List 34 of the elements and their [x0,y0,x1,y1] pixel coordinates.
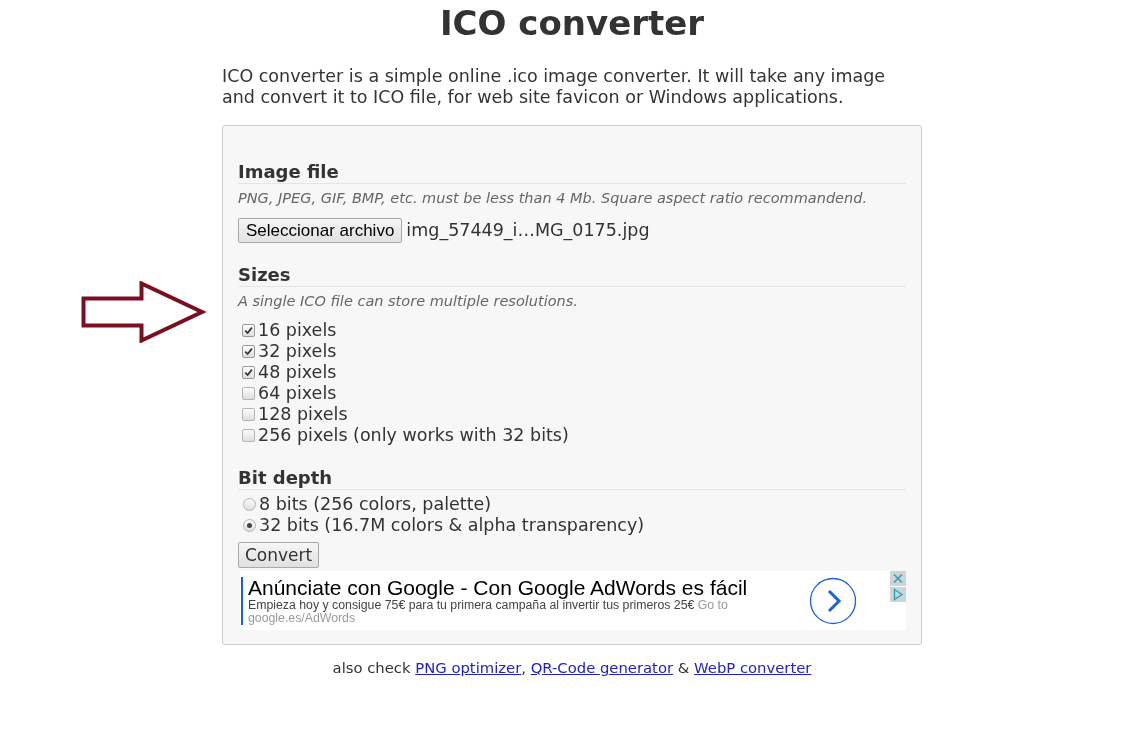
hint-text: PNG, JPEG, GIF, BMP, etc. must be less than 4 Mb. Square aspect ratio recommandend. [238,189,869,208]
footer-text: also check PNG optimizer, QR-Code generator & WebP converter [331,658,813,678]
checkbox-label: 64 pixels [258,383,337,404]
checkbox-label: 128 pixels [258,404,348,425]
convert-button[interactable]: Convert [238,542,320,568]
checkbox-label: 48 pixels [258,362,337,383]
section-heading: Bit depth [238,467,906,490]
radio-label: 8 bits (256 colors, palette) [259,494,492,515]
checkbox-label: 256 pixels (only works with 32 bits) [258,425,569,446]
choose-file-button[interactable]: Seleccionar archivo [238,218,403,243]
chevron-circle-icon[interactable] [809,576,857,625]
checkbox-label: 16 pixels [258,320,337,341]
footer-link[interactable]: WebP converter [694,659,812,676]
hint-text: A single ICO file can store multiple resolutions. [238,292,579,311]
footer-link[interactable]: PNG optimizer [415,659,522,676]
radio-button[interactable] [243,498,256,511]
section-heading: Sizes [238,264,906,287]
checkbox[interactable] [242,408,255,421]
page-title: ICO converter [438,2,706,42]
checkbox[interactable] [242,387,255,400]
footer-link[interactable]: QR-Code generator [530,659,674,676]
checkbox[interactable] [242,345,255,358]
checkbox-label: 32 pixels [258,341,337,362]
intro-text: ICO converter is a simple online .ico image converter. It will take any image and convert it to ICO file, for web site favicon or Windows applications. [222,66,887,108]
close-icon[interactable] [890,571,906,586]
checkbox[interactable] [242,429,255,442]
radio-button[interactable] [243,519,256,532]
checkbox[interactable] [242,366,255,379]
radio-label: 32 bits (16.7M colors & alpha transparency) [259,515,645,536]
triangle-icon[interactable] [890,587,906,602]
file-name-text: img_57449_i…MG_0175.jpg [406,219,650,243]
ad-headline-link[interactable]: Anúnciate con Google - Con Google AdWords es fácil [248,576,788,599]
section-heading: Image file [238,161,906,184]
checkbox[interactable] [242,324,255,337]
